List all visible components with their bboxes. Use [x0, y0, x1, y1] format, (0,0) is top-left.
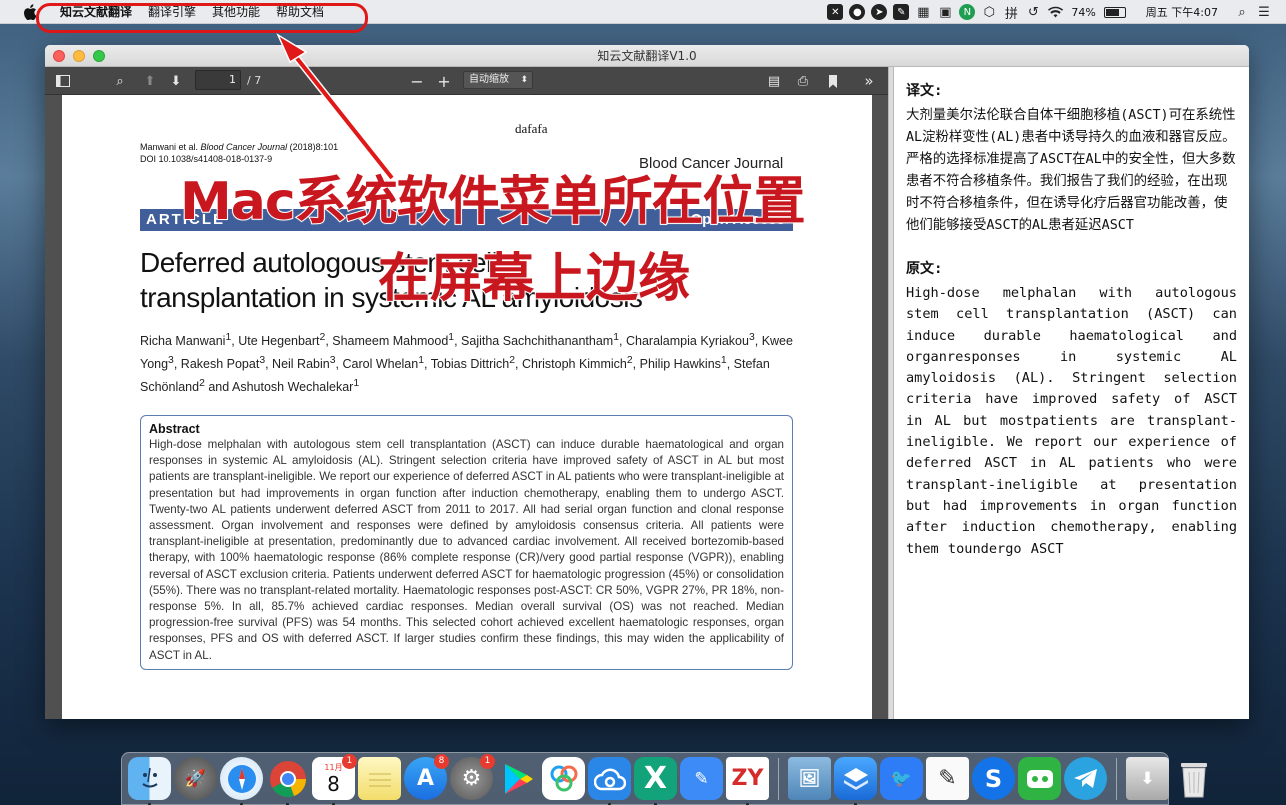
- calendar-badge: 1: [342, 754, 357, 769]
- abstract-heading: Abstract: [149, 422, 200, 436]
- open-file-icon[interactable]: ▤: [765, 72, 783, 90]
- time-machine-icon[interactable]: ↺: [1025, 4, 1041, 20]
- cite-suffix: (2018)8:101: [287, 142, 339, 152]
- google-play-icon[interactable]: [496, 757, 539, 800]
- screen-icon[interactable]: ▣: [937, 4, 953, 20]
- xmind-icon[interactable]: X: [634, 757, 677, 805]
- translation-label: 译文:: [906, 83, 943, 99]
- layers-app-icon[interactable]: [834, 757, 877, 805]
- notes-icon[interactable]: [358, 757, 401, 800]
- photos-app-icon[interactable]: [542, 757, 585, 800]
- abstract-box: Abstract High-dose melphalan with autolo…: [140, 415, 793, 670]
- annotation-line-2: 在屏幕上边缘: [377, 248, 691, 310]
- textedit-icon[interactable]: ✎: [926, 757, 969, 800]
- page-total: / 7: [247, 74, 262, 87]
- sidebar-toggle-icon[interactable]: [55, 72, 71, 90]
- app-store-badge: 8: [434, 754, 449, 769]
- note-icon[interactable]: ✎: [893, 4, 910, 20]
- calendar-icon[interactable]: 11月 8 1: [312, 754, 357, 805]
- original-label: 原文:: [906, 261, 943, 277]
- zy-label: ZY: [731, 766, 764, 791]
- menubar-clock[interactable]: 周五 下午4:07: [1146, 4, 1218, 20]
- battery-icon[interactable]: [1103, 6, 1126, 18]
- s-browser-icon[interactable]: S: [972, 757, 1015, 800]
- print-icon[interactable]: ⎙: [794, 72, 812, 90]
- system-preferences-icon[interactable]: ⚙ 1: [450, 754, 495, 800]
- launchpad-icon[interactable]: 🚀: [174, 757, 217, 800]
- cite-journal: Blood Cancer Journal: [200, 142, 288, 152]
- system-preferences-badge: 1: [480, 754, 495, 769]
- dock-separator: [778, 757, 779, 800]
- cloud-drive-icon[interactable]: [588, 757, 631, 805]
- downloads-icon[interactable]: ⬇: [1126, 757, 1169, 800]
- grid-icon[interactable]: ▦: [915, 4, 931, 20]
- battery-level-fill: [1105, 8, 1120, 16]
- chrome-icon[interactable]: [266, 757, 309, 805]
- telegram-icon[interactable]: [1064, 757, 1107, 800]
- zoom-select[interactable]: 自动缩放: [463, 71, 533, 89]
- app-store-icon[interactable]: A 8: [404, 754, 449, 800]
- status-area: ✕ ● ➤ ✎ ▦ ▣ N ⬡ 拼 ↺ 74% 周五 下午4:07 ⌕ ☰: [827, 0, 1272, 24]
- shield-icon[interactable]: ⬡: [981, 4, 997, 20]
- bookmark-icon[interactable]: [825, 72, 841, 90]
- zy-translate-icon[interactable]: ZY: [726, 757, 769, 805]
- zoom-in-icon[interactable]: +: [436, 72, 452, 91]
- more-tools-icon[interactable]: »: [860, 72, 878, 90]
- calendar-month: 11月: [324, 762, 343, 772]
- calendar-day: 8: [327, 771, 340, 796]
- notification-center-icon[interactable]: ☰: [1256, 4, 1272, 20]
- next-page-icon[interactable]: ⬇: [168, 72, 184, 90]
- page-number-input[interactable]: 1: [195, 70, 241, 90]
- pinyin-icon[interactable]: 拼: [1003, 4, 1019, 22]
- dock-separator-2: [1116, 757, 1117, 800]
- minimize-window-button[interactable]: [73, 50, 85, 62]
- original-text[interactable]: High-dose melphalan with autologous stem…: [906, 283, 1237, 560]
- wifi-icon[interactable]: [1047, 4, 1063, 20]
- safari-icon[interactable]: [220, 757, 263, 805]
- spotlight-search-icon[interactable]: ⌕: [1234, 4, 1250, 20]
- menu-highlight-oval: [36, 3, 368, 33]
- zoom-window-button[interactable]: [93, 50, 105, 62]
- messenger-bird-icon[interactable]: 🐦: [880, 757, 923, 800]
- trash-icon[interactable]: [1172, 757, 1215, 800]
- battery-percent: 74%: [1071, 5, 1096, 19]
- zoom-out-icon[interactable]: −: [409, 72, 425, 91]
- preview-icon[interactable]: 🖼: [788, 757, 831, 800]
- finder-icon[interactable]: [128, 757, 171, 805]
- x-app-icon[interactable]: ✕: [827, 4, 844, 20]
- page-header-text: dafafa: [515, 121, 548, 136]
- annotation-line-1: Mac系统软件菜单所在位置: [179, 171, 807, 233]
- app-window: 知云文献翻译V1.0 ⌕ ⬆ ⬇ 1 / 7 − + 自动缩放 ▤ ⎙ » da…: [45, 45, 1249, 719]
- window-titlebar[interactable]: 知云文献翻译V1.0: [45, 45, 1249, 67]
- chat-icon[interactable]: ●: [849, 4, 866, 20]
- translation-panel: 译文: 大剂量美尔法伦联合自体干细胞移植(ASCT)可在系统性AL淀粉样变性(A…: [894, 67, 1249, 719]
- cite-prefix: Manwani et al.: [140, 142, 201, 152]
- previous-page-icon[interactable]: ⬆: [142, 72, 158, 90]
- close-window-button[interactable]: [53, 50, 65, 62]
- abstract-text: High-dose melphalan with autologous stem…: [149, 438, 784, 662]
- pdf-toolbar: ⌕ ⬆ ⬇ 1 / 7 − + 自动缩放 ▤ ⎙ »: [45, 67, 888, 95]
- n-icon[interactable]: N: [959, 4, 976, 20]
- translation-text[interactable]: 大剂量美尔法伦联合自体干细胞移植(ASCT)可在系统性AL淀粉样变性(AL)患者…: [906, 105, 1237, 237]
- dock: 🚀 11月 8 1 A 8 ⚙ 1 X ✎ ZY 🖼 🐦 ✎ S ⬇: [121, 752, 1207, 805]
- editor-icon[interactable]: ✎: [680, 757, 723, 800]
- window-title: 知云文献翻译V1.0: [597, 49, 697, 63]
- chat-bot-icon[interactable]: [1018, 757, 1061, 800]
- search-icon[interactable]: ⌕: [112, 72, 128, 90]
- send-icon[interactable]: ➤: [871, 4, 888, 20]
- paper-authors: Richa Manwani1, Ute Hegenbart2, Shameem …: [140, 332, 793, 395]
